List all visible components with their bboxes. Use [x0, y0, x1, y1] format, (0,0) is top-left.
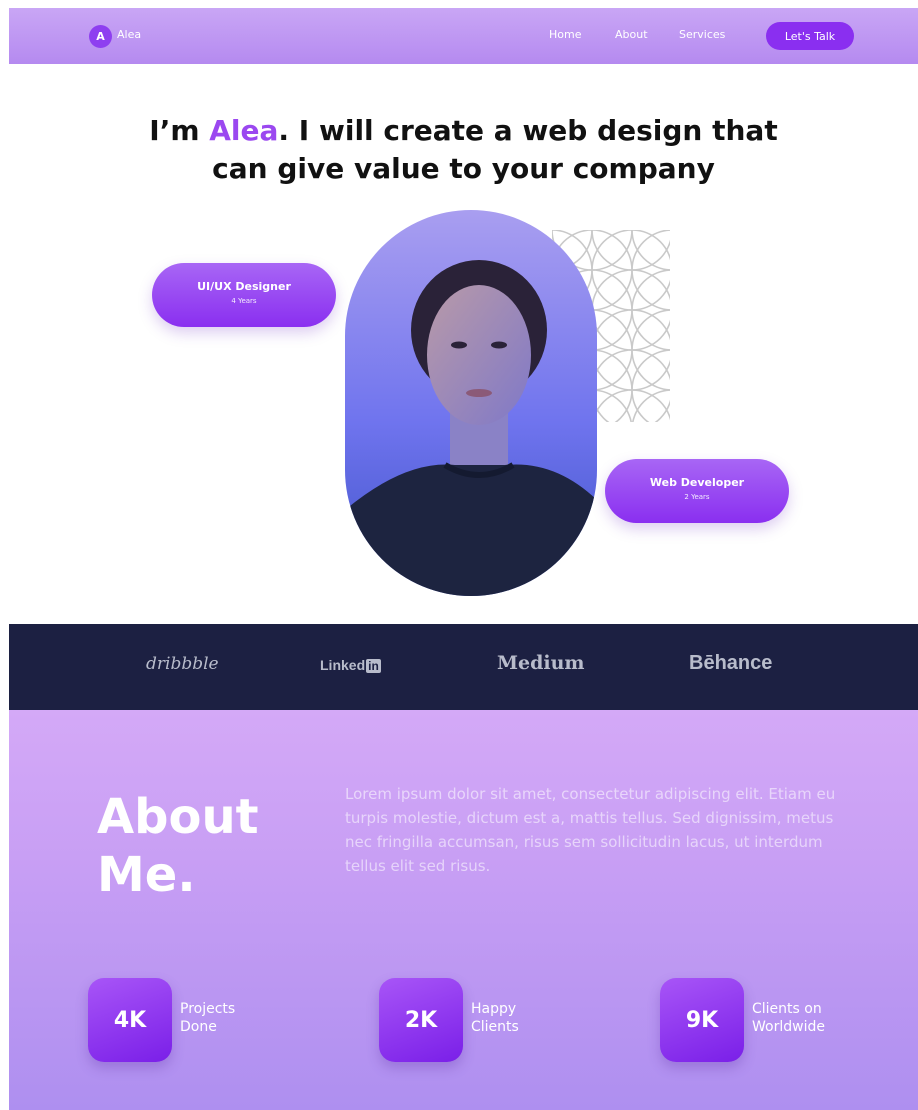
hero-title-prefix: I’m — [149, 114, 210, 147]
stat-value-box: 4K — [88, 978, 172, 1062]
logo-badge[interactable]: A — [89, 25, 112, 48]
stat-label-line2: Worldwide — [752, 1019, 825, 1035]
stat-label-line2: Clients — [471, 1019, 519, 1035]
nav-home-link[interactable]: Home — [549, 28, 581, 41]
behance-logo[interactable]: Bēhance — [689, 652, 772, 675]
stat-value-box: 2K — [379, 978, 463, 1062]
stat-label-line2: Done — [180, 1019, 217, 1035]
brands-band: dribbble Linked in Medium Bēhance — [9, 624, 918, 710]
role-pill-uiux: UI/UX Designer 4 Years — [152, 263, 336, 327]
stat-label-line1: Happy — [471, 1001, 517, 1017]
stat-label-line1: Clients on — [752, 1001, 822, 1017]
role-title: UI/UX Designer — [197, 280, 291, 293]
header-bar: A Alea Home About Services Let's Talk — [9, 8, 918, 64]
about-title-line2: Me. — [97, 847, 196, 903]
linkedin-in-box: in — [366, 659, 381, 673]
lets-talk-button[interactable]: Let's Talk — [766, 22, 854, 50]
hero-title-line1-suffix: . I will create a web design that — [278, 114, 778, 147]
portrait-illustration — [345, 260, 597, 596]
role-pill-web-developer: Web Developer 2 Years — [605, 459, 789, 523]
about-title: About Me. — [97, 788, 259, 904]
stat-label: Projects Done — [180, 1000, 290, 1036]
role-years: 4 Years — [231, 297, 257, 305]
role-title: Web Developer — [649, 476, 745, 489]
nav-about-link[interactable]: About — [615, 28, 648, 41]
about-title-line1: About — [97, 789, 259, 845]
stat-value-box: 9K — [660, 978, 744, 1062]
logo-text[interactable]: Alea — [117, 28, 141, 41]
nav-services-link[interactable]: Services — [679, 28, 725, 41]
hero-title-name: Alea — [209, 114, 279, 147]
about-text: Lorem ipsum dolor sit amet, consectetur … — [345, 785, 836, 875]
medium-logo[interactable]: Medium — [497, 652, 585, 674]
about-section: About Me. Lorem ipsum dolor sit amet, co… — [9, 710, 918, 1110]
linkedin-logo[interactable]: Linked in — [320, 657, 381, 673]
stat-label: Happy Clients — [471, 1000, 581, 1036]
role-years: 2 Years — [684, 493, 710, 501]
stat-label-line1: Projects — [180, 1001, 236, 1017]
linkedin-logo-text: Linked — [320, 657, 366, 673]
portrait-photo — [345, 210, 597, 596]
dribbble-logo[interactable]: dribbble — [146, 654, 219, 674]
hero-title: I’m Alea. I will create a web design tha… — [9, 112, 918, 188]
hero-title-line2: can give value to your company — [212, 152, 715, 185]
stat-label: Clients on Worldwide — [752, 1000, 862, 1036]
